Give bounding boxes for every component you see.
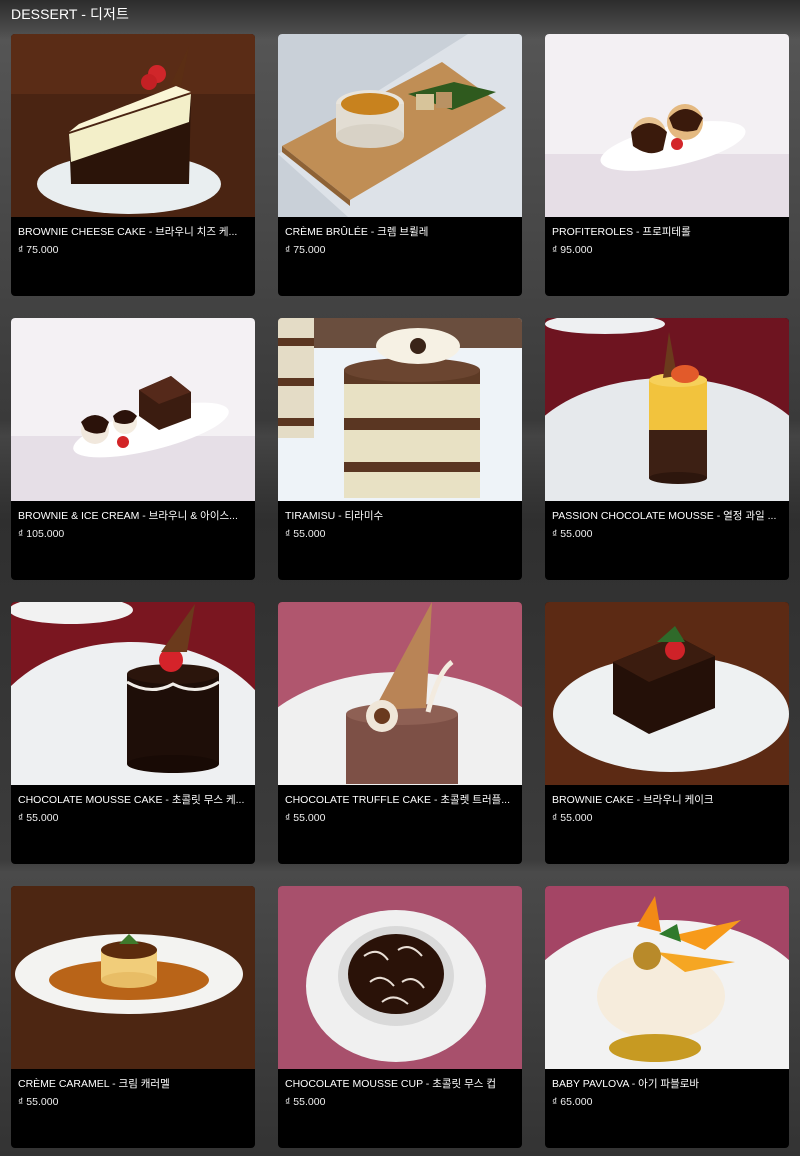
product-card-baby-pavlova[interactable]: BABY PAVLOVA - 아기 파블로바 ₫ 65.000 bbox=[545, 886, 789, 1148]
product-card-passion-chocolate-mousse[interactable]: PASSION CHOCOLATE MOUSSE - 열정 과일 ... ₫ 5… bbox=[545, 318, 789, 580]
product-card-creme-caramel[interactable]: CRÈME CARAMEL - 크림 캐러멜 ₫ 55.000 bbox=[11, 886, 255, 1148]
product-photo[interactable] bbox=[11, 318, 255, 501]
product-photo[interactable] bbox=[545, 34, 789, 217]
product-price: ₫ 75.000 bbox=[18, 244, 59, 256]
product-card-chocolate-mousse-cake[interactable]: CHOCOLATE MOUSSE CAKE - 초콜릿 무스 케... ₫ 55… bbox=[11, 602, 255, 864]
product-photo[interactable] bbox=[545, 886, 789, 1069]
product-price: ₫ 65.000 bbox=[552, 1096, 593, 1108]
product-name[interactable]: CRÈME BRÛLÉE - 크렘 브륄레 bbox=[285, 224, 517, 239]
product-photo[interactable] bbox=[545, 602, 789, 785]
product-photo[interactable] bbox=[545, 318, 789, 501]
product-photo[interactable] bbox=[278, 34, 522, 217]
product-name[interactable]: BROWNIE CAKE - 브라우니 케이크 bbox=[552, 792, 784, 807]
product-name[interactable]: BROWNIE CHEESE CAKE - 브라우니 치즈 케... bbox=[18, 224, 250, 239]
product-name[interactable]: BROWNIE & ICE CREAM - 브라우니 & 아이스... bbox=[18, 508, 250, 523]
product-price: ₫ 55.000 bbox=[18, 812, 59, 824]
product-photo[interactable] bbox=[11, 886, 255, 1069]
product-photo[interactable] bbox=[278, 886, 522, 1069]
product-name[interactable]: PROFITEROLES - 프로피테롤 bbox=[552, 224, 784, 239]
product-price: ₫ 95.000 bbox=[552, 244, 593, 256]
product-photo[interactable] bbox=[278, 602, 522, 785]
product-card-profiteroles[interactable]: PROFITEROLES - 프로피테롤 ₫ 95.000 bbox=[545, 34, 789, 296]
product-name[interactable]: CHOCOLATE TRUFFLE CAKE - 초콜렛 트러플... bbox=[285, 792, 517, 807]
product-card-chocolate-mousse-cup[interactable]: CHOCOLATE MOUSSE CUP - 초콜릿 무스 컵 ₫ 55.000 bbox=[278, 886, 522, 1148]
product-price: ₫ 55.000 bbox=[552, 812, 593, 824]
product-card-brownie-cheese-cake[interactable]: BROWNIE CHEESE CAKE - 브라우니 치즈 케... ₫ 75.… bbox=[11, 34, 255, 296]
product-photo[interactable] bbox=[11, 602, 255, 785]
product-price: ₫ 55.000 bbox=[285, 812, 326, 824]
product-photo[interactable] bbox=[11, 34, 255, 217]
product-price: ₫ 55.000 bbox=[18, 1096, 59, 1108]
product-price: ₫ 75.000 bbox=[285, 244, 326, 256]
dessert-grid: BROWNIE CHEESE CAKE - 브라우니 치즈 케... ₫ 75.… bbox=[11, 34, 789, 1148]
product-price: ₫ 55.000 bbox=[552, 528, 593, 540]
product-card-tiramisu[interactable]: TIRAMISU - 티라미수 ₫ 55.000 bbox=[278, 318, 522, 580]
product-name[interactable]: CHOCOLATE MOUSSE CAKE - 초콜릿 무스 케... bbox=[18, 792, 250, 807]
section-title: DESSERT - 디저트 bbox=[11, 6, 129, 22]
product-card-brownie-cake[interactable]: BROWNIE CAKE - 브라우니 케이크 ₫ 55.000 bbox=[545, 602, 789, 864]
product-price: ₫ 55.000 bbox=[285, 1096, 326, 1108]
product-card-brownie-ice-cream[interactable]: BROWNIE & ICE CREAM - 브라우니 & 아이스... ₫ 10… bbox=[11, 318, 255, 580]
product-card-creme-brulee[interactable]: CRÈME BRÛLÉE - 크렘 브륄레 ₫ 75.000 bbox=[278, 34, 522, 296]
product-name[interactable]: CRÈME CARAMEL - 크림 캐러멜 bbox=[18, 1076, 250, 1091]
product-name[interactable]: TIRAMISU - 티라미수 bbox=[285, 508, 517, 523]
product-price: ₫ 55.000 bbox=[285, 528, 326, 540]
product-price: ₫ 105.000 bbox=[18, 528, 65, 540]
product-photo[interactable] bbox=[278, 318, 522, 501]
product-name[interactable]: CHOCOLATE MOUSSE CUP - 초콜릿 무스 컵 bbox=[285, 1076, 517, 1091]
product-card-chocolate-truffle-cake[interactable]: CHOCOLATE TRUFFLE CAKE - 초콜렛 트러플... ₫ 55… bbox=[278, 602, 522, 864]
product-name[interactable]: BABY PAVLOVA - 아기 파블로바 bbox=[552, 1076, 784, 1091]
product-name[interactable]: PASSION CHOCOLATE MOUSSE - 열정 과일 ... bbox=[552, 508, 784, 523]
